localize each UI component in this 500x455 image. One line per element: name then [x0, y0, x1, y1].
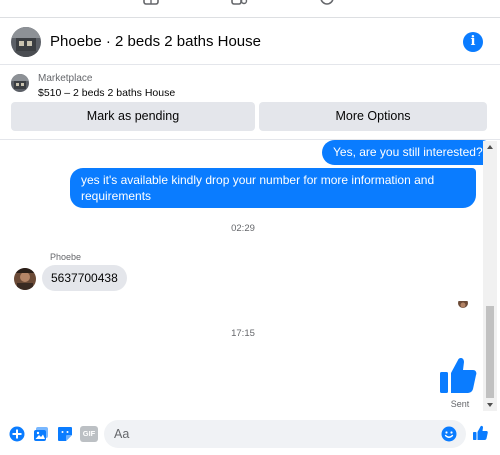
- listing-avatar[interactable]: [11, 27, 41, 57]
- like-icon[interactable]: [472, 425, 488, 441]
- listing-category: Marketplace: [38, 73, 93, 84]
- thread-scrollbar[interactable]: [483, 141, 497, 411]
- listing-thumbnail[interactable]: [11, 74, 29, 92]
- marketplace-icon[interactable]: [142, 0, 160, 6]
- conversation-title[interactable]: Phoebe · 2 beds 2 baths House: [50, 33, 261, 50]
- conversation-header: Phoebe · 2 beds 2 baths House i: [0, 19, 500, 65]
- incoming-message[interactable]: 5637700438: [42, 265, 127, 291]
- marketplace-listing-banner: Marketplace $510 – 2 beds 2 baths House …: [0, 66, 500, 140]
- scrollbar-thumb[interactable]: [486, 306, 494, 398]
- timestamp: 17:15: [231, 328, 255, 339]
- sent-status: Sent: [450, 399, 470, 409]
- gif-icon[interactable]: GIF: [80, 426, 98, 442]
- photo-icon[interactable]: [33, 426, 49, 442]
- like-thumbs-up-icon[interactable]: [438, 355, 478, 395]
- sticker-icon[interactable]: [57, 426, 73, 442]
- groups-icon[interactable]: [230, 0, 248, 6]
- person-avatar-icon: [14, 268, 36, 290]
- top-nav-bar: [0, 0, 500, 18]
- profile-icon[interactable]: [318, 0, 336, 6]
- mark-as-pending-button[interactable]: Mark as pending: [11, 102, 255, 131]
- scroll-up-arrow-icon[interactable]: [487, 145, 493, 149]
- outgoing-message[interactable]: yes it's available kindly drop your numb…: [70, 168, 476, 208]
- house-photo-icon: [11, 27, 41, 57]
- emoji-icon[interactable]: [441, 426, 457, 442]
- scroll-down-arrow-icon[interactable]: [487, 403, 493, 407]
- message-input[interactable]: [114, 424, 434, 444]
- more-options-button[interactable]: More Options: [259, 102, 487, 131]
- add-icon[interactable]: [9, 426, 25, 442]
- outgoing-message[interactable]: Yes, are you still interested?: [322, 140, 494, 165]
- house-thumbnail-icon: [11, 74, 29, 92]
- info-icon[interactable]: i: [463, 32, 483, 52]
- sender-avatar[interactable]: [14, 268, 36, 290]
- message-input-wrapper[interactable]: [104, 420, 466, 448]
- message-composer: GIF: [0, 414, 500, 455]
- seen-indicator-avatar: [458, 298, 468, 308]
- sender-name: Phoebe: [50, 252, 82, 262]
- listing-summary[interactable]: $510 – 2 beds 2 baths House: [38, 87, 175, 99]
- timestamp: 02:29: [231, 223, 255, 234]
